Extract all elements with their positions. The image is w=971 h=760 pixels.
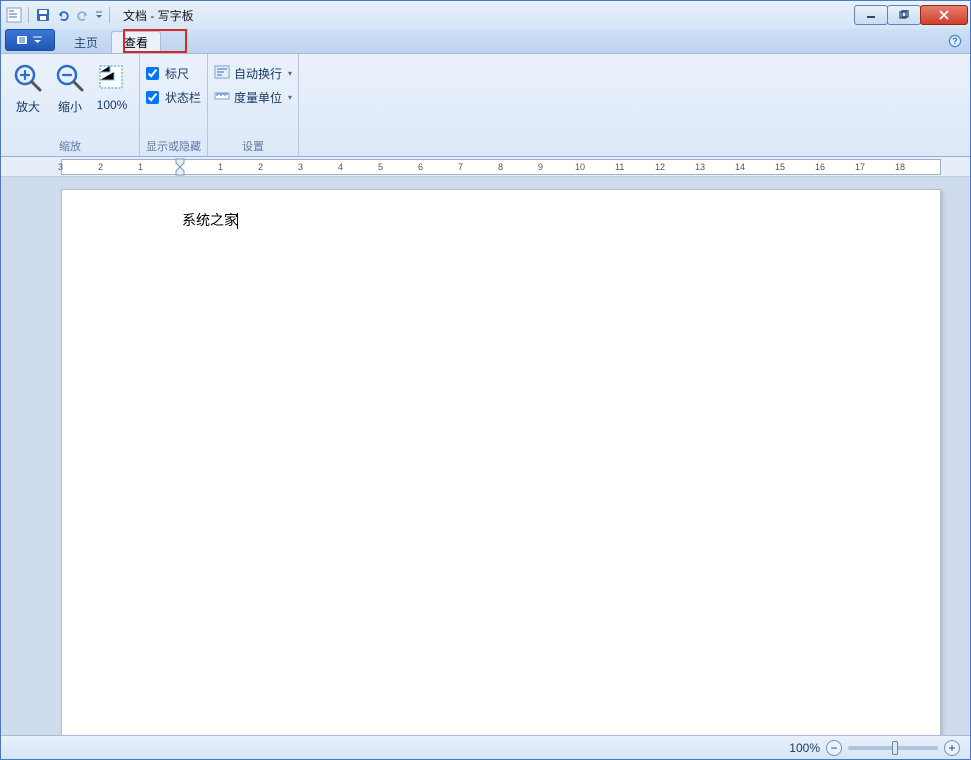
statusbar: 100% − + [1,735,970,759]
wordpad-window: 文档 - 写字板 主页 查看 ? [0,0,971,760]
units-label: 度量单位 [234,89,282,106]
app-icon [5,6,23,24]
zoom-group: 放大 缩小 100% 缩放 [1,54,140,156]
zoom-100-label: 100% [97,98,128,112]
units-button[interactable]: 度量单位 ▾ [214,86,292,108]
zoom-out-button[interactable]: 缩小 [49,58,91,117]
redo-icon[interactable] [74,6,92,24]
ruler-number: 3 [58,162,63,172]
ruler-number: 2 [258,162,263,172]
separator [109,7,110,23]
ruler-number: 6 [418,162,423,172]
ruler-number: 1 [218,162,223,172]
save-icon[interactable] [34,6,52,24]
undo-icon[interactable] [54,6,72,24]
window-controls [855,5,968,25]
ruler-number: 17 [855,162,865,172]
statusbar-label: 状态栏 [165,89,201,106]
ruler-number: 11 [615,162,624,172]
settings-group: 自动换行 ▾ 度量单位 ▾ 设置 [208,54,299,156]
ruler-number: 8 [498,162,503,172]
text-cursor [237,213,238,229]
ruler-number: 15 [775,162,785,172]
dropdown-arrow-icon: ▾ [288,69,292,78]
zoom-percent: 100% [789,741,820,755]
statusbar-checkbox[interactable]: 状态栏 [146,86,201,108]
horizontal-ruler[interactable]: 321123456789101112131415161718 [61,159,941,175]
ruler-number: 7 [458,162,463,172]
zoom-slider[interactable] [848,746,938,750]
ruler-number: 1 [138,162,143,172]
window-title: 文档 - 写字板 [123,7,194,24]
document-scroll-area[interactable]: 系统之家 [1,177,970,735]
minimize-button[interactable] [854,5,888,25]
zoom-in-label: 放大 [16,98,40,115]
ruler-number: 18 [895,162,905,172]
zoom-100-button[interactable]: 100% [91,58,133,114]
ruler-indent-marker[interactable] [175,158,185,176]
ruler-checkbox-input[interactable] [146,67,159,80]
wordwrap-button[interactable]: 自动换行 ▾ [214,62,292,84]
zoom-slider-thumb[interactable] [892,741,898,755]
ruler-number: 3 [298,162,303,172]
document-text: 系统之家 [182,212,238,228]
ruler-number: 9 [538,162,543,172]
ruler-number: 4 [338,162,343,172]
ruler-number: 5 [378,162,383,172]
ruler-icon [214,89,230,106]
help-icon[interactable]: ? [948,34,962,48]
horizontal-ruler-area: 321123456789101112131415161718 [1,157,970,177]
ruler-number: 16 [815,162,825,172]
close-button[interactable] [920,5,968,25]
ruler-number: 14 [735,162,745,172]
zoom-out-small-button[interactable]: − [826,740,842,756]
dropdown-arrow-icon: ▾ [288,93,292,102]
ribbon-tabs: 主页 查看 ? [1,29,970,54]
ribbon: 放大 缩小 100% 缩放 [1,54,970,157]
zoom-group-label: 缩放 [7,138,133,156]
quick-access-toolbar [5,6,113,24]
separator [28,7,29,23]
zoom-in-small-button[interactable]: + [944,740,960,756]
svg-text:?: ? [952,36,958,46]
qat-customize-dropdown[interactable] [94,7,104,23]
tab-view[interactable]: 查看 [111,31,161,53]
zoom-in-button[interactable]: 放大 [7,58,49,117]
tab-home[interactable]: 主页 [61,31,111,53]
settings-group-label: 设置 [214,138,292,156]
ruler-number: 2 [98,162,103,172]
document-page[interactable]: 系统之家 [61,189,941,735]
wordwrap-icon [214,65,230,82]
file-menu[interactable] [5,29,55,51]
ruler-label: 标尺 [165,65,189,82]
show-hide-group: 标尺 状态栏 显示或隐藏 [140,54,208,156]
ruler-checkbox[interactable]: 标尺 [146,62,189,84]
ruler-number: 12 [655,162,665,172]
show-hide-group-label: 显示或隐藏 [146,138,201,156]
ruler-number: 13 [695,162,705,172]
maximize-button[interactable] [887,5,921,25]
zoom-out-label: 缩小 [58,98,82,115]
statusbar-checkbox-input[interactable] [146,91,159,104]
titlebar: 文档 - 写字板 [1,1,970,29]
ruler-number: 10 [575,162,585,172]
wordwrap-label: 自动换行 [234,65,282,82]
